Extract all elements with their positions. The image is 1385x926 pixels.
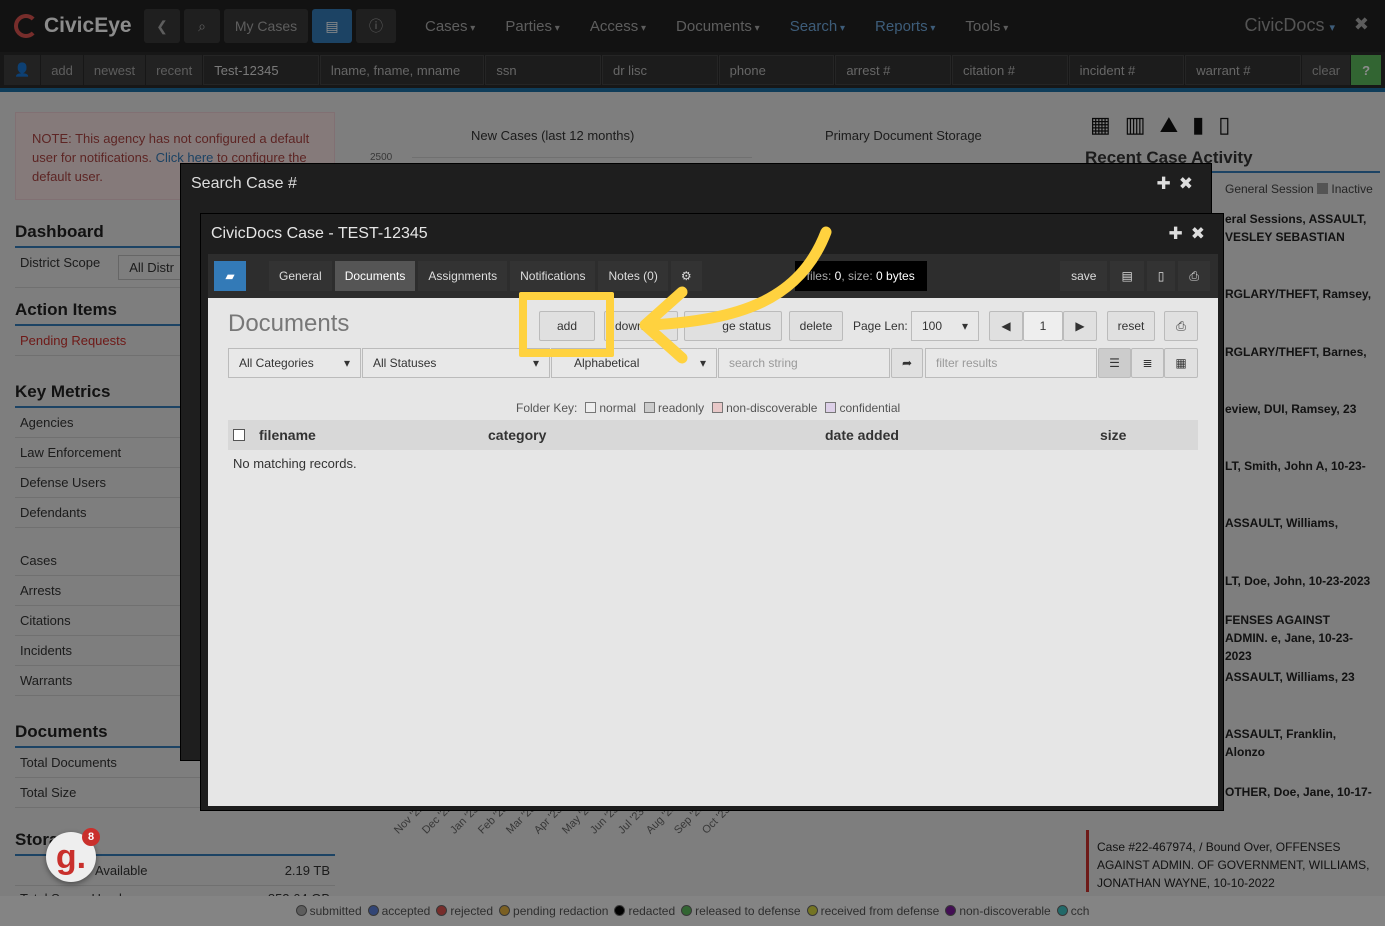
notification-count-badge: 8 bbox=[82, 828, 100, 846]
annotation-arrow bbox=[639, 226, 832, 364]
help-widget[interactable]: g. 8 bbox=[46, 828, 100, 882]
help-widget-logo: g. bbox=[55, 837, 87, 876]
